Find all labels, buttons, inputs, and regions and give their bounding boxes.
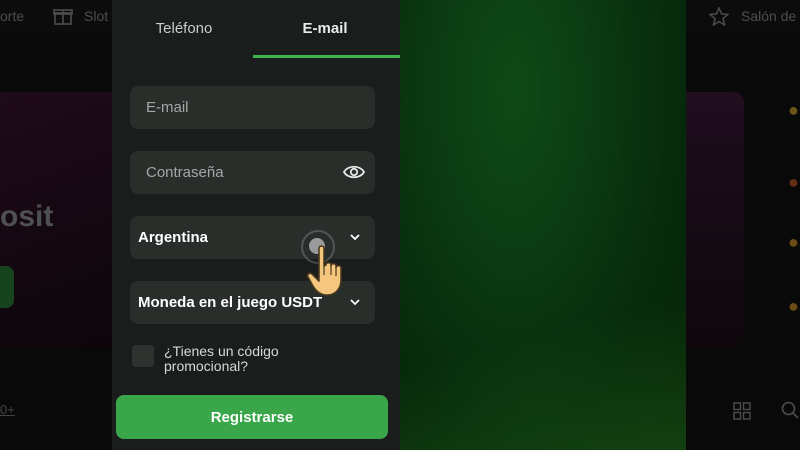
tab-email[interactable]: E-mail <box>253 0 397 58</box>
hand-pointer-icon <box>306 245 342 296</box>
password-field[interactable] <box>130 151 375 194</box>
promo-code-label[interactable]: ¿Tienes un código promocional? <box>164 344 364 374</box>
active-tab-indicator <box>253 55 400 58</box>
tab-phone[interactable]: Teléfono <box>112 0 256 58</box>
register-button[interactable]: Registrarse <box>116 395 388 439</box>
password-field-wrapper <box>130 151 375 194</box>
currency-value: Moneda en el juego USDT <box>138 294 323 311</box>
email-field[interactable] <box>130 86 375 129</box>
modal-promo-panel <box>400 0 686 450</box>
email-field-wrapper <box>130 86 375 129</box>
chevron-down-icon <box>350 234 360 241</box>
registration-tabs: Teléfono E-mail <box>112 0 400 58</box>
eye-icon[interactable] <box>343 163 365 181</box>
promo-code-option: ¿Tienes un código promocional? <box>132 344 372 380</box>
registration-modal: Teléfono E-mail Argentina Moneda en el j… <box>112 0 400 450</box>
country-value: Argentina <box>138 229 209 246</box>
promo-code-checkbox[interactable] <box>132 345 154 367</box>
